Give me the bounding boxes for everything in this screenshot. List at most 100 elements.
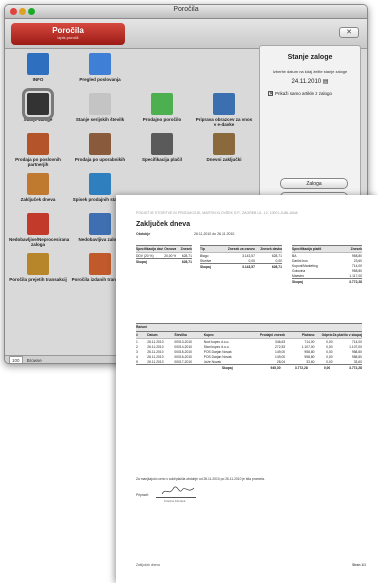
table-cell: Darilni bon: [292, 258, 308, 263]
table-cell: Številka: [174, 333, 187, 337]
stock-panel: Stanje zaloge Izberite datum na kdaj žel…: [259, 45, 361, 207]
table-cell: 26.11.2010: [147, 359, 164, 364]
title-bar: Poročila: [5, 5, 367, 19]
signature-name: Kristina Klovšek: [164, 499, 186, 503]
table-cell: Kupec: [203, 333, 214, 337]
report-tile-icon[interactable]: [22, 88, 54, 120]
report-document: PODJETJE STORITVE IN PRODUKCIJE, MARTIN …: [116, 195, 378, 583]
table-row: 1 26.11.2010 00013-2010 Novi kupec d.o.o. 34…: [136, 339, 362, 344]
table-cell: Skupaj: [200, 264, 211, 269]
report-footer: Zaključek dneva: [136, 563, 160, 567]
report-tile-label: Prodaja po poslovnih partnerjih: [15, 157, 61, 167]
invoices-table: Računi # Datum Številka Kupec Prodajni znesek…: [136, 323, 362, 370]
checkbox-icon[interactable]: ✕: [268, 91, 273, 97]
report-tile-label: Pregled poslovanja: [79, 77, 121, 82]
report-tile-label: Zaključek dneva: [20, 197, 56, 202]
table-row: BA 958,80: [292, 253, 362, 258]
stock-only-checkbox[interactable]: ✕ Prikaži samo artikle z zalogo: [268, 91, 360, 97]
table-cell: 3.143,57: [242, 264, 255, 269]
table-cell: 20,00 %: [164, 253, 177, 258]
table-cell: 628,71: [271, 264, 282, 269]
report-tile-icon[interactable]: [89, 173, 111, 195]
report-tile-icon[interactable]: [27, 253, 49, 275]
report-tile-icon[interactable]: [27, 133, 49, 155]
report-tile[interactable]: Zaključek dneva: [9, 173, 67, 202]
table-cell: 33,60: [353, 359, 362, 364]
reports-header-button[interactable]: Poročila izpis poročil: [11, 23, 125, 45]
report-tile[interactable]: INFO: [9, 53, 67, 82]
stock-date-field[interactable]: 24.11.2010 ▤: [260, 78, 360, 85]
report-tile-icon[interactable]: [89, 133, 111, 155]
report-tile-icon[interactable]: [89, 93, 111, 115]
table-cell: Skupaj: [292, 279, 303, 284]
table-cell: Tip: [200, 247, 205, 251]
table-row: Darilni bon 23,60: [292, 258, 362, 263]
table-cell: 26.11.2010: [147, 354, 164, 359]
table-cell: 2: [136, 344, 138, 349]
payment-spec-table: Specifikacija plačil Znesek BA 958,80 Dariln…: [292, 245, 362, 284]
table-cell: Skupaj: [221, 365, 233, 370]
table-cell: 958,80: [351, 349, 362, 354]
report-tile-icon[interactable]: [213, 133, 235, 155]
report-tile-icon[interactable]: [27, 213, 49, 235]
type-table: Tip Znesek za osnovo Znesek davka Blago 3.14…: [200, 245, 282, 269]
calendar-icon[interactable]: ▤: [323, 79, 329, 85]
company-header: PODJETJE STORITVE IN PRODUKCIJE, MARTIN …: [136, 211, 298, 215]
table-cell: 26.11.2010: [147, 344, 164, 349]
report-note: Za manjkajočo ceno v sobi/plačila obdobj…: [136, 477, 265, 481]
stock-panel-info: Izberite datum na kdaj želite stanje zal…: [272, 69, 348, 74]
report-tile-icon[interactable]: [151, 93, 173, 115]
table-cell: 958,80: [304, 349, 315, 354]
window-title: Poročila: [173, 6, 199, 13]
report-tile[interactable]: Prodaja po poslovnih partnerjih: [9, 133, 67, 167]
period-value: 26.11.2010 do 26.11.2010: [194, 232, 235, 236]
browse-mode-label[interactable]: Browse: [27, 358, 42, 363]
table-header: Tip Znesek za osnovo Znesek davka: [200, 245, 282, 253]
table-cell: 149,00: [275, 349, 286, 354]
report-tile[interactable]: Stanje zaloge: [9, 88, 67, 122]
report-tile-icon[interactable]: [151, 133, 173, 155]
signature-label: Pripravil:: [136, 493, 149, 497]
table-cell: 33,60: [306, 359, 315, 364]
table-cell: 628,71: [181, 259, 192, 264]
report-tile[interactable]: Poročila prejetih transakcij: [9, 253, 67, 282]
close-button[interactable]: ✕: [339, 27, 359, 38]
table-total-row: Skupaj 945,30 3.772,28 0,00 3.772,28: [136, 364, 362, 370]
report-tile-icon[interactable]: [89, 213, 111, 235]
report-tile-icon[interactable]: [27, 173, 49, 195]
report-tile-icon[interactable]: [27, 53, 49, 75]
table-cell: 00017-2010: [174, 359, 193, 364]
report-tile[interactable]: Specifikacija plačil: [133, 133, 191, 162]
table-cell: Plačano: [301, 333, 315, 337]
table-cell: DDV (20 %): [136, 253, 154, 258]
report-tile[interactable]: Prodajno poročilo: [133, 93, 191, 122]
table-cell: 945,30: [270, 365, 281, 370]
report-tile-label: Specifikacija plačil: [141, 157, 183, 162]
report-tile[interactable]: Dnevni zaključki: [195, 133, 253, 162]
table-cell: Novi kupec d.o.o.: [203, 339, 230, 344]
table-cell: 0,00: [326, 359, 333, 364]
report-tile-label: Priprava obrazcev za vnos v e-davke: [195, 117, 253, 127]
report-tile-icon[interactable]: [213, 93, 235, 115]
table-cell: 714,00: [351, 339, 362, 344]
report-tile-label: Stanje serijskih številk: [75, 117, 125, 122]
table-row: DDV (20 %) 20,00 % 628,71: [136, 253, 192, 258]
report-tile[interactable]: Nedobavljive/Neprocesirana zaloga: [9, 213, 69, 247]
reports-header-title: Poročila: [52, 26, 84, 35]
report-tile-icon[interactable]: [89, 253, 111, 275]
table-cell: 714,00: [351, 263, 362, 268]
table-row: 2 26.11.2010 00014-2010 Stari kupec d.o.o. 2…: [136, 344, 362, 349]
stock-panel-title: Stanje zaloge: [287, 54, 333, 61]
report-tile-icon[interactable]: [89, 53, 111, 75]
stock-only-label: Prikaži samo artikle z zalogo: [275, 91, 333, 96]
report-tile[interactable]: Prodaja po uporabnikih: [71, 133, 129, 162]
report-tile[interactable]: Priprava obrazcev za vnos v e-davke: [195, 93, 253, 127]
table-cell: BA: [292, 253, 297, 258]
table-cell: Znesek davka: [260, 247, 282, 251]
zoom-level[interactable]: 100: [9, 356, 23, 363]
report-tile[interactable]: Stanje serijskih številk: [71, 93, 129, 122]
table-cell: 3.772,28: [294, 365, 308, 370]
report-tile[interactable]: Pregled poslovanja: [71, 53, 129, 82]
table-title: Računi: [136, 323, 362, 331]
stock-button[interactable]: Zaloga: [280, 178, 348, 189]
